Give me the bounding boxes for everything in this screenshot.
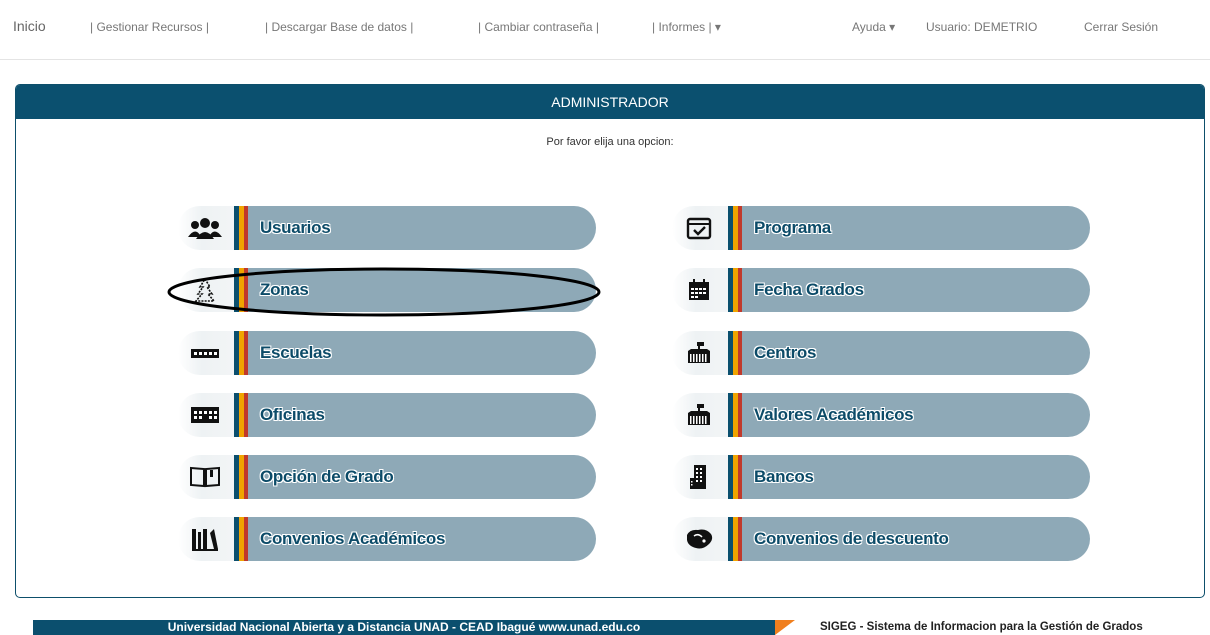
nav-gestionar-recursos[interactable]: | Gestionar Recursos | (90, 20, 209, 34)
menu-label: Oficinas (260, 405, 325, 424)
menu-button-opcion-grado[interactable]: Opción de Grado (178, 455, 596, 499)
footer-university-banner: Universidad Nacional Abierta y a Distanc… (33, 620, 775, 635)
office-icon (188, 403, 222, 427)
menu-button-valores-academicos[interactable]: Valores Académicos (672, 393, 1090, 437)
menu-button-escuelas[interactable]: Escuelas (178, 331, 596, 375)
users-icon (188, 216, 222, 240)
handshake-icon (682, 527, 716, 551)
menu-button-centros[interactable]: Centros (672, 331, 1090, 375)
menu-button-usuarios[interactable]: Usuarios (178, 206, 596, 250)
menu-label: Convenios de descuento (754, 529, 949, 548)
top-navbar: Inicio | Gestionar Recursos | | Descarga… (0, 0, 1210, 60)
menu-label: Zonas (260, 280, 309, 299)
menu-button-zonas[interactable]: Zonas (178, 268, 596, 312)
menu-label: Convenios Académicos (260, 529, 446, 548)
menu-label: Centros (754, 343, 817, 362)
menu-label: Valores Académicos (754, 405, 914, 424)
nav-cambiar-contrasena[interactable]: | Cambiar contraseña | (478, 20, 599, 34)
menu-button-fecha-grados[interactable]: Fecha Grados (672, 268, 1090, 312)
menu-button-oficinas[interactable]: Oficinas (178, 393, 596, 437)
menu-label: Usuarios (260, 218, 331, 237)
panel-title: ADMINISTRADOR (16, 85, 1204, 119)
nav-descargar-base-datos[interactable]: | Descargar Base de datos | (265, 20, 413, 34)
nav-home-link[interactable]: Inicio (13, 18, 46, 34)
book-icon (188, 465, 222, 489)
nav-informes-dropdown[interactable]: | Informes | ▾ (652, 20, 721, 34)
menu-button-convenios-academicos[interactable]: Convenios Académicos (178, 517, 596, 561)
building-icon (682, 341, 716, 365)
nav-user-label: Usuario: DEMETRIO (926, 20, 1038, 34)
menu-button-programa[interactable]: Programa (672, 206, 1090, 250)
menu-label: Programa (754, 218, 831, 237)
menu-label: Escuelas (260, 343, 332, 362)
school-icon (188, 341, 222, 365)
menu-label: Opción de Grado (260, 467, 394, 486)
menu-label: Bancos (754, 467, 814, 486)
footer-system-name: SIGEG - Sistema de Informacion para la G… (820, 621, 1143, 633)
library-icon (188, 527, 222, 551)
building-icon (682, 403, 716, 427)
calendar-check-icon (682, 216, 716, 240)
tree-icon (188, 278, 222, 302)
menu-label: Fecha Grados (754, 280, 864, 299)
choice-prompt: Por favor elija una opcion: (546, 136, 674, 148)
menu-button-bancos[interactable]: Bancos (672, 455, 1090, 499)
bank-building-icon (682, 465, 716, 489)
calendar-icon (682, 278, 716, 302)
nav-logout-link[interactable]: Cerrar Sesión (1084, 20, 1158, 34)
menu-button-convenios-descuento[interactable]: Convenios de descuento (672, 517, 1090, 561)
footer-accent-arrow (775, 620, 795, 635)
nav-ayuda-dropdown[interactable]: Ayuda ▾ (852, 20, 895, 34)
